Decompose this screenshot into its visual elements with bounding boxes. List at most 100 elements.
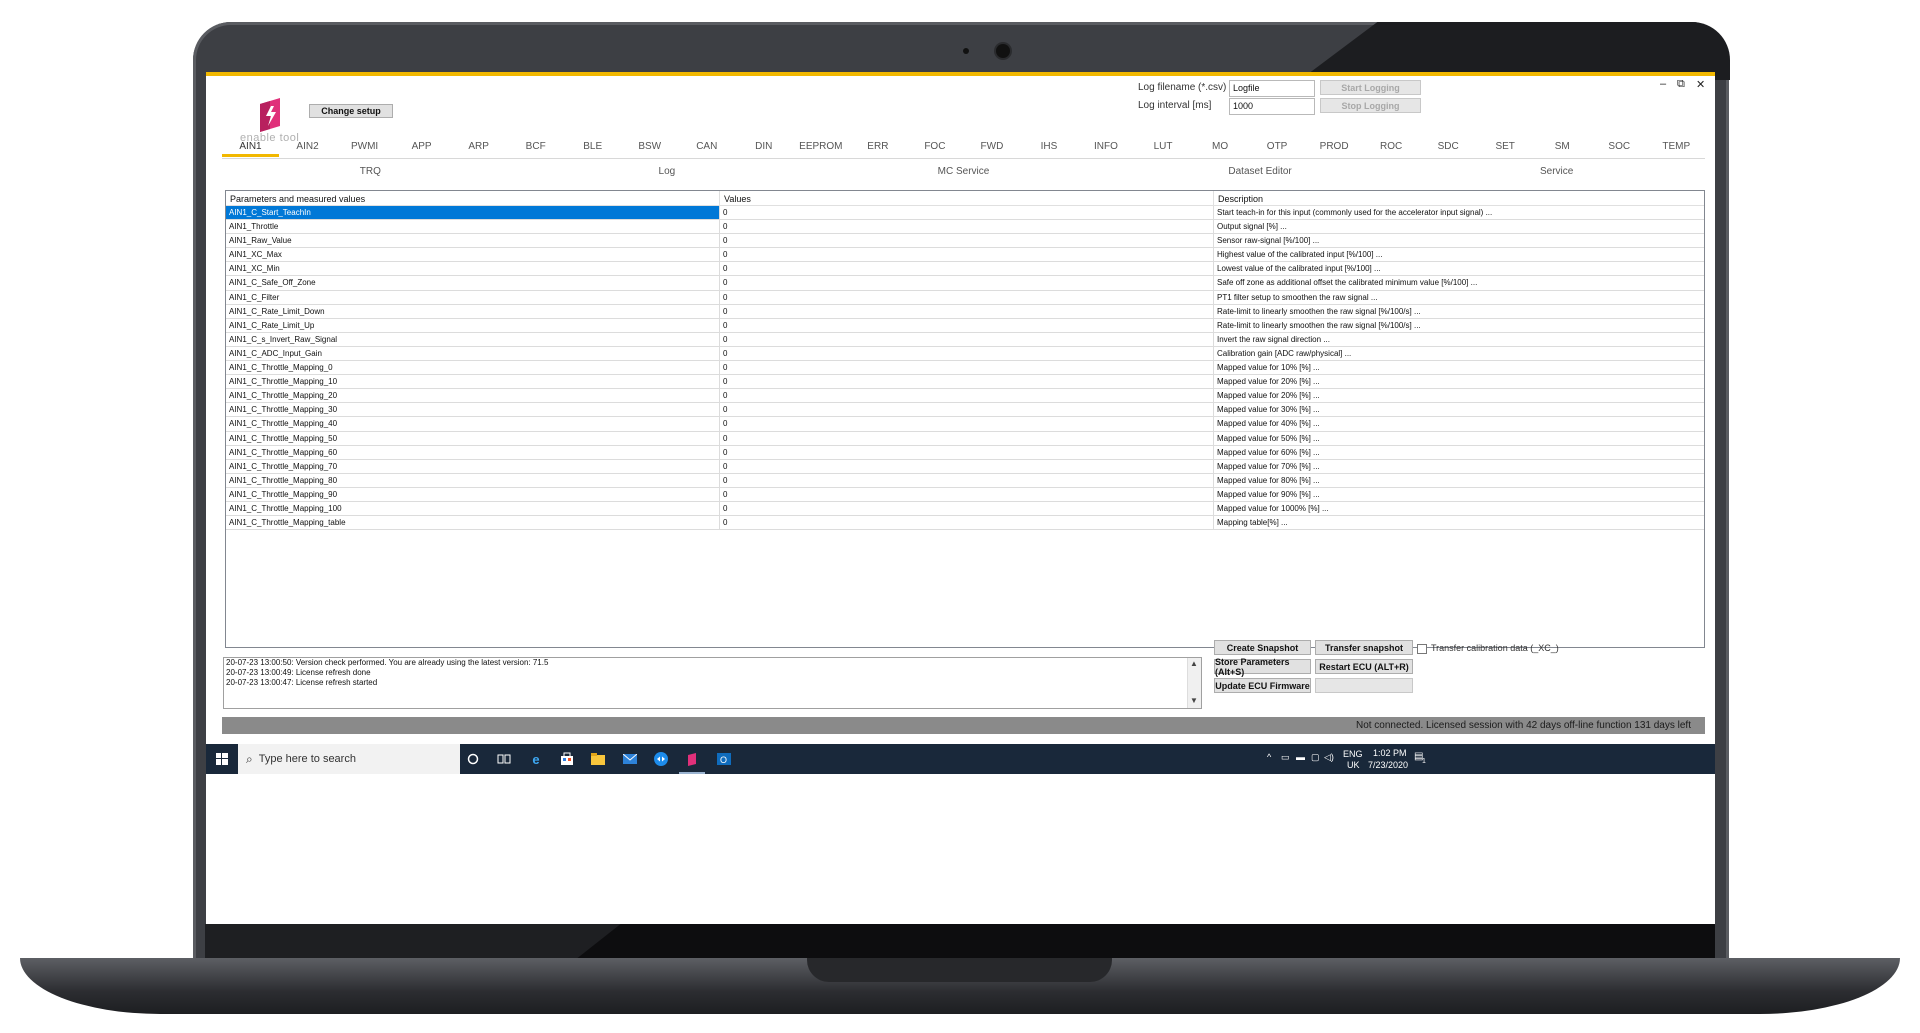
value-cell[interactable]: 0 [720,248,1214,262]
language-bottom[interactable]: UK [1347,760,1360,770]
description-cell[interactable]: Rate-limit to linearly smoothen the raw … [1214,319,1704,332]
description-cell[interactable]: Safe off zone as additional offset the c… [1214,276,1704,289]
tab-set[interactable]: SET [1477,135,1534,157]
value-cell[interactable]: 0 [720,206,1214,220]
tab-soc[interactable]: SOC [1591,135,1648,157]
value-cell[interactable]: 0 [720,417,1214,431]
table-row[interactable]: AIN1_C_Throttle_Mapping_60 0 Mapped value … [226,445,1704,460]
log-filename-field[interactable]: Logfile [1229,80,1315,97]
transfer-calibration-checkbox[interactable] [1417,644,1427,654]
description-cell[interactable]: Mapped value for 90% [%] ... [1214,488,1704,501]
tab-ihs[interactable]: IHS [1020,135,1077,157]
value-cell[interactable]: 0 [720,487,1214,501]
start-button[interactable] [206,744,238,774]
value-cell[interactable]: 0 [720,290,1214,304]
table-row[interactable]: AIN1_Raw_Value 0 Sensor raw-signal [%/100]… [226,234,1704,249]
description-cell[interactable]: Mapped value for 1000% [%] ... [1214,502,1704,515]
restore-button[interactable]: ⧉ [1677,78,1685,91]
description-cell[interactable]: Mapped value for 80% [%] ... [1214,474,1704,487]
description-cell[interactable]: Sensor raw-signal [%/100] ... [1214,234,1704,247]
table-row[interactable]: AIN1_C_Throttle_Mapping_40 0 Mapped value … [226,417,1704,432]
parameter-name-cell[interactable]: AIN1_C_Throttle_Mapping_table [226,516,720,530]
column-header-description[interactable]: Description [1214,191,1704,205]
parameter-name-cell[interactable]: AIN1_C_Rate_Limit_Down [226,304,720,318]
table-row[interactable]: AIN1_C_Throttle_Mapping_20 0 Mapped value … [226,389,1704,404]
parameter-name-cell[interactable]: AIN1_C_ADC_Input_Gain [226,346,720,361]
table-row[interactable]: AIN1_C_Filter 0 PT1 filter setup to smooth… [226,290,1704,305]
task-view-icon[interactable] [496,751,512,767]
scroll-up-icon[interactable]: ▲ [1190,659,1198,668]
subtab-mc-service[interactable]: MC Service [815,160,1112,182]
description-cell[interactable]: Highest value of the calibrated input [%… [1214,248,1704,261]
value-cell[interactable]: 0 [720,403,1214,417]
description-cell[interactable]: Rate-limit to linearly smoothen the raw … [1214,305,1704,318]
table-row[interactable]: AIN1_C_Throttle_Mapping_0 0 Mapped value f… [226,361,1704,376]
parameter-name-cell[interactable]: AIN1_C_Throttle_Mapping_0 [226,361,720,375]
restart-ecu-button[interactable]: Restart ECU (ALT+R) [1315,659,1413,674]
parameter-name-cell[interactable]: AIN1_C_Throttle_Mapping_50 [226,431,720,445]
value-cell[interactable]: 0 [720,361,1214,375]
value-cell[interactable]: 0 [720,389,1214,403]
parameter-name-cell[interactable]: AIN1_C_s_Invert_Raw_Signal [226,332,720,346]
description-cell[interactable]: Mapped value for 50% [%] ... [1214,432,1704,445]
tab-prod[interactable]: PROD [1306,135,1363,157]
parameter-name-cell[interactable]: AIN1_C_Safe_Off_Zone [226,276,720,290]
parameter-name-cell[interactable]: AIN1_Raw_Value [226,234,720,248]
description-cell[interactable]: Start teach-in for this input (commonly … [1214,206,1704,219]
column-header-values[interactable]: Values [720,191,1214,205]
table-row[interactable]: AIN1_C_Throttle_Mapping_30 0 Mapped value … [226,403,1704,418]
table-row[interactable]: AIN1_C_Throttle_Mapping_90 0 Mapped value … [226,487,1704,502]
value-cell[interactable]: 0 [720,431,1214,445]
description-cell[interactable]: Mapped value for 40% [%] ... [1214,417,1704,430]
mail-icon[interactable] [622,751,638,767]
table-row[interactable]: AIN1_C_Throttle_Mapping_80 0 Mapped value … [226,473,1704,488]
transfer-snapshot-button[interactable]: Transfer snapshot [1315,640,1413,655]
value-cell[interactable]: 0 [720,332,1214,346]
description-cell[interactable]: Invert the raw signal direction ... [1214,333,1704,346]
table-row[interactable]: AIN1_C_Start_TeachIn 0 Start teach-in for … [226,206,1704,221]
tab-temp[interactable]: TEMP [1648,135,1705,157]
taskbar-search[interactable]: ⌕ Type here to search [238,744,460,774]
tab-bsw[interactable]: BSW [621,135,678,157]
parameter-name-cell[interactable]: AIN1_Throttle [226,220,720,234]
tab-din[interactable]: DIN [735,135,792,157]
empty-action-button[interactable] [1315,678,1413,693]
value-cell[interactable]: 0 [720,234,1214,248]
column-header-parameters[interactable]: Parameters and measured values [226,191,720,205]
parameter-name-cell[interactable]: AIN1_C_Throttle_Mapping_40 [226,417,720,431]
enable-tool-taskbar-icon[interactable] [684,751,700,767]
subtab-trq[interactable]: TRQ [222,160,519,182]
tab-bcf[interactable]: BCF [507,135,564,157]
tray-volume-icon[interactable]: ◁) [1324,752,1334,763]
parameter-name-cell[interactable]: AIN1_XC_Max [226,248,720,262]
parameter-name-cell[interactable]: AIN1_C_Throttle_Mapping_10 [226,375,720,389]
value-cell[interactable]: 0 [720,473,1214,487]
value-cell[interactable]: 0 [720,318,1214,332]
table-row[interactable]: AIN1_C_s_Invert_Raw_Signal 0 Invert the ra… [226,332,1704,347]
edge-icon[interactable]: e [528,751,544,767]
value-cell[interactable]: 0 [720,375,1214,389]
cortana-icon[interactable] [465,751,481,767]
store-icon[interactable] [559,751,575,767]
parameter-name-cell[interactable]: AIN1_XC_Min [226,262,720,276]
parameter-name-cell[interactable]: AIN1_C_Filter [226,290,720,304]
clock-time[interactable]: 1:02 PM [1373,748,1407,758]
log-output[interactable]: 20-07-23 13:00:50: Version check perform… [223,657,1202,709]
table-row[interactable]: AIN1_C_ADC_Input_Gain 0 Calibration gain [… [226,346,1704,362]
tray-battery-icon[interactable]: ▬ [1296,752,1305,762]
tab-ble[interactable]: BLE [564,135,621,157]
value-cell[interactable]: 0 [720,459,1214,473]
value-cell[interactable]: 0 [720,346,1214,361]
description-cell[interactable]: Lowest value of the calibrated input [%/… [1214,262,1704,275]
tab-otp[interactable]: OTP [1249,135,1306,157]
tab-sdc[interactable]: SDC [1420,135,1477,157]
tab-can[interactable]: CAN [678,135,735,157]
table-row[interactable]: AIN1_Throttle 0 Output signal [%] ... [226,220,1704,235]
log-scrollbar[interactable]: ▲ ▼ [1187,658,1201,708]
tab-roc[interactable]: ROC [1363,135,1420,157]
value-cell[interactable]: 0 [720,220,1214,234]
table-row[interactable]: AIN1_XC_Max 0 Highest value of the calibra… [226,248,1704,263]
tab-fwd[interactable]: FWD [963,135,1020,157]
description-cell[interactable]: Output signal [%] ... [1214,220,1704,233]
tab-info[interactable]: INFO [1077,135,1134,157]
